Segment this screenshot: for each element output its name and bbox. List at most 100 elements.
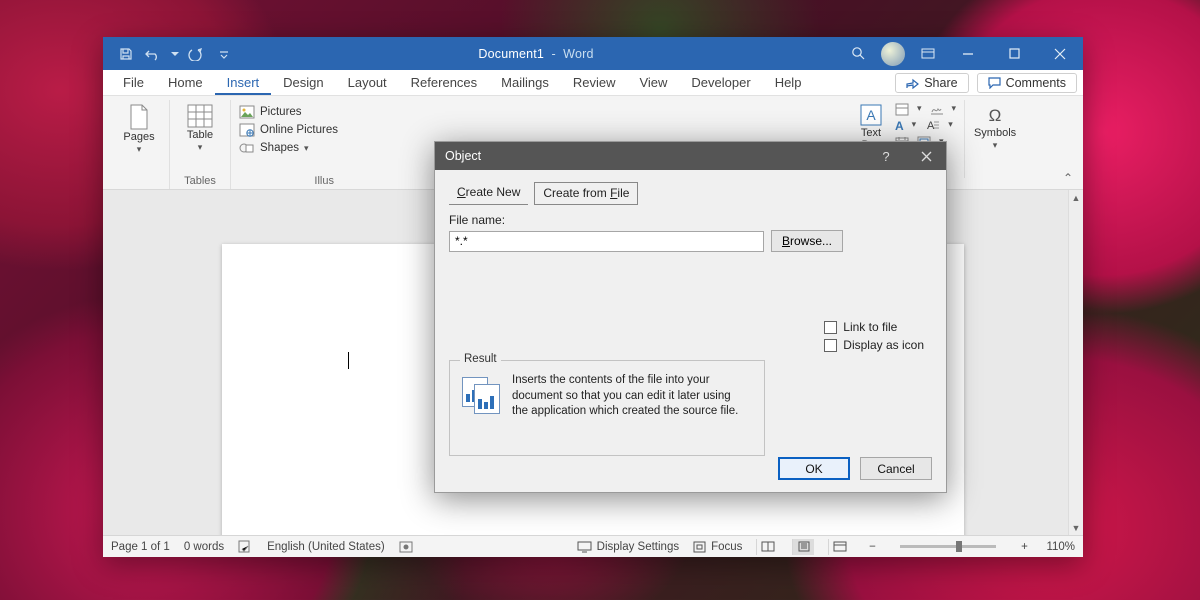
web-layout-icon[interactable] — [828, 539, 850, 555]
symbols-button[interactable]: Ω Symbols ▾ — [973, 102, 1017, 163]
group-illustrations: Pictures Online Pictures Shapes ▾ Illus — [231, 100, 346, 189]
svg-text:Ω: Ω — [989, 106, 1002, 125]
pictures-button[interactable]: Pictures — [239, 104, 338, 120]
scroll-down-icon[interactable]: ▼ — [1069, 520, 1083, 535]
search-icon[interactable] — [835, 39, 881, 69]
vertical-scrollbar[interactable]: ▲ ▼ — [1068, 190, 1083, 535]
file-name-input[interactable] — [449, 231, 764, 252]
group-tables: Table ▾ Tables — [170, 100, 231, 189]
word-window: Document1 - Word File Home — [103, 37, 1083, 557]
zoom-in-button[interactable]: + — [1016, 541, 1032, 553]
tab-design[interactable]: Design — [271, 71, 335, 95]
status-page[interactable]: Page 1 of 1 — [111, 541, 170, 553]
comments-label: Comments — [1006, 76, 1066, 90]
display-settings-label: Display Settings — [597, 541, 679, 553]
symbols-label: Symbols — [974, 127, 1016, 139]
shapes-icon — [239, 141, 255, 155]
print-layout-icon[interactable] — [792, 539, 814, 555]
tab-mailings[interactable]: Mailings — [489, 71, 561, 95]
minimize-button[interactable] — [945, 39, 991, 69]
table-icon — [187, 104, 213, 128]
tab-review[interactable]: Review — [561, 71, 628, 95]
quick-parts-icon[interactable] — [895, 103, 909, 116]
dialog-body: Create New Create from File File name: B… — [435, 170, 946, 492]
display-as-icon-label: Display as icon — [843, 338, 924, 352]
comments-button[interactable]: Comments — [977, 73, 1077, 93]
dialog-help-button[interactable]: ? — [866, 142, 906, 170]
app-name: Word — [563, 47, 593, 61]
cancel-button[interactable]: Cancel — [860, 457, 932, 480]
tab-help[interactable]: Help — [763, 71, 814, 95]
signature-line-icon[interactable] — [930, 103, 944, 116]
close-button[interactable] — [1037, 39, 1083, 69]
link-to-file-checkbox[interactable]: Link to file — [824, 320, 924, 334]
svg-text:A: A — [927, 120, 935, 131]
pages-button[interactable]: Pages ▾ — [117, 102, 161, 174]
zoom-slider[interactable] — [900, 545, 996, 548]
ribbon-tabs: File Home Insert Design Layout Reference… — [103, 70, 1083, 96]
undo-dropdown-icon[interactable] — [169, 42, 181, 66]
shapes-label: Shapes — [260, 142, 299, 154]
tab-insert[interactable]: Insert — [215, 71, 272, 95]
tab-create-new[interactable]: Create New — [449, 182, 528, 205]
online-pictures-icon — [239, 123, 255, 137]
user-avatar[interactable] — [881, 42, 905, 66]
tab-create-from-file[interactable]: Create from File — [534, 182, 638, 205]
focus-icon — [693, 541, 706, 553]
redo-icon[interactable] — [183, 42, 209, 66]
wordart-icon[interactable]: A — [895, 119, 904, 133]
dialog-titlebar[interactable]: Object ? — [435, 142, 946, 170]
ok-button[interactable]: OK — [778, 457, 850, 480]
browse-button[interactable]: Browse... — [771, 230, 843, 252]
pictures-label: Pictures — [260, 106, 302, 118]
status-words[interactable]: 0 words — [184, 541, 224, 553]
checkbox-icon — [824, 339, 837, 352]
text-cursor — [348, 352, 349, 369]
comments-icon — [988, 77, 1001, 89]
tab-references[interactable]: References — [399, 71, 489, 95]
zoom-level[interactable]: 110% — [1046, 541, 1075, 553]
tab-developer[interactable]: Developer — [679, 71, 762, 95]
online-pictures-button[interactable]: Online Pictures — [239, 122, 338, 138]
dialog-close-button[interactable] — [906, 142, 946, 170]
save-icon[interactable] — [113, 42, 139, 66]
display-settings-icon — [577, 541, 592, 553]
collapse-ribbon-icon[interactable]: ⌃ — [1063, 171, 1073, 185]
drop-cap-icon[interactable]: A — [924, 119, 940, 133]
qat-customize-icon[interactable] — [211, 42, 237, 66]
macro-recording-icon[interactable] — [399, 541, 413, 553]
quick-access-toolbar — [103, 42, 237, 66]
maximize-button[interactable] — [991, 39, 1037, 69]
checkbox-icon — [824, 321, 837, 334]
share-label: Share — [924, 76, 957, 90]
pages-label: Pages — [123, 131, 154, 143]
result-box: Result Inserts the contents of the file … — [449, 360, 765, 456]
ribbon-display-options-icon[interactable] — [911, 39, 945, 69]
tab-layout[interactable]: Layout — [336, 71, 399, 95]
result-legend: Result — [460, 353, 501, 365]
titlebar: Document1 - Word — [103, 37, 1083, 70]
result-icon — [462, 377, 502, 415]
pictures-icon — [239, 105, 255, 119]
online-pictures-label: Online Pictures — [260, 124, 338, 136]
display-as-icon-checkbox[interactable]: Display as icon — [824, 338, 924, 352]
status-display-settings[interactable]: Display Settings — [577, 541, 679, 553]
tab-view[interactable]: View — [627, 71, 679, 95]
status-focus[interactable]: Focus — [693, 541, 742, 553]
tab-home[interactable]: Home — [156, 71, 215, 95]
undo-icon[interactable] — [141, 42, 167, 66]
tab-file[interactable]: File — [111, 71, 156, 95]
read-mode-icon[interactable] — [756, 539, 778, 555]
spelling-icon[interactable] — [238, 540, 253, 553]
zoom-out-button[interactable]: − — [864, 541, 880, 553]
status-language[interactable]: English (United States) — [267, 541, 385, 553]
text-box-icon: A — [860, 104, 882, 126]
scroll-up-icon[interactable]: ▲ — [1069, 190, 1083, 205]
share-button[interactable]: Share — [895, 73, 968, 93]
shapes-button[interactable]: Shapes ▾ — [239, 140, 338, 156]
dialog-title: Object — [445, 149, 481, 163]
svg-text:A: A — [866, 107, 876, 123]
table-button[interactable]: Table ▾ — [178, 102, 222, 174]
dialog-tabs: Create New Create from File — [449, 182, 932, 205]
omega-icon: Ω — [984, 104, 1006, 126]
